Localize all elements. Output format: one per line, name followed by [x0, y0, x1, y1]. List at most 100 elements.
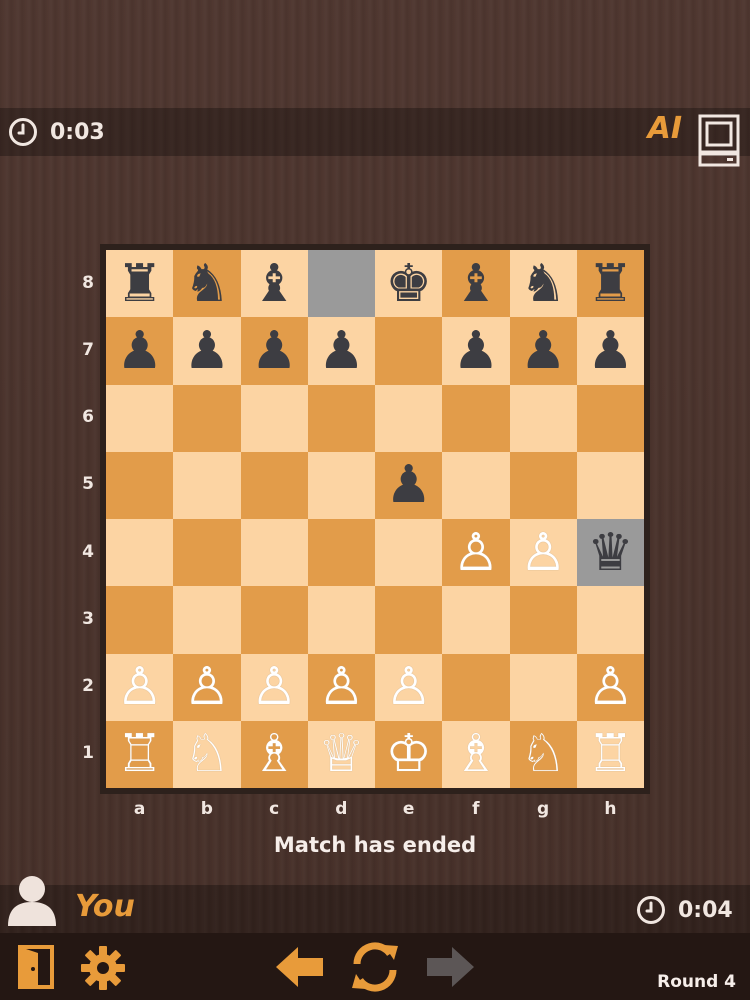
square-c7[interactable]: ♟ [240, 317, 308, 385]
square-c5[interactable] [240, 451, 308, 519]
square-b1[interactable]: ♘ [173, 720, 241, 788]
square-d4[interactable] [307, 519, 375, 587]
black-king-piece[interactable]: ♚ [385, 258, 432, 310]
square-e7[interactable] [375, 317, 443, 385]
square-b6[interactable] [173, 384, 241, 452]
settings-gear-icon[interactable] [80, 945, 126, 991]
square-h8[interactable]: ♜ [576, 250, 644, 318]
square-e5[interactable]: ♟ [375, 451, 443, 519]
square-h4[interactable]: ♛ [576, 519, 644, 587]
square-f8[interactable]: ♝ [442, 250, 510, 318]
square-c2[interactable]: ♙ [240, 653, 308, 721]
chess-board[interactable]: ♜ ♞ ♝ ♚ ♝ ♞ ♜ ♟ ♟ ♟ ♟ ♟ ♟ ♟ ♟ ♙ ♙ ♛ ♙ ♙ ♙ ♙ ♙ ♙ ♖ ♘ ♗ ♕ ♔ ♗ ♘ ♖ [106, 250, 644, 788]
black-bishop-piece[interactable]: ♝ [251, 258, 298, 310]
black-rook-piece[interactable]: ♜ [116, 258, 163, 310]
white-knight-piece[interactable]: ♘ [520, 728, 567, 780]
square-d7[interactable]: ♟ [307, 317, 375, 385]
square-b2[interactable]: ♙ [173, 653, 241, 721]
square-e2[interactable]: ♙ [375, 653, 443, 721]
square-c4[interactable] [240, 519, 308, 587]
black-pawn-piece[interactable]: ♟ [587, 325, 634, 377]
white-pawn-piece[interactable]: ♙ [116, 661, 163, 713]
square-g3[interactable] [509, 586, 577, 654]
black-rook-piece[interactable]: ♜ [587, 258, 634, 310]
square-d5[interactable] [307, 451, 375, 519]
square-d1[interactable]: ♕ [307, 720, 375, 788]
square-e6[interactable] [375, 384, 443, 452]
white-knight-piece[interactable]: ♘ [184, 728, 231, 780]
square-g8[interactable]: ♞ [509, 250, 577, 318]
white-pawn-piece[interactable]: ♙ [251, 661, 298, 713]
white-bishop-piece[interactable]: ♗ [251, 728, 298, 780]
square-g5[interactable] [509, 451, 577, 519]
square-g6[interactable] [509, 384, 577, 452]
square-d3[interactable] [307, 586, 375, 654]
black-pawn-piece[interactable]: ♟ [385, 459, 432, 511]
black-queen-piece[interactable]: ♛ [587, 527, 634, 579]
white-pawn-piece[interactable]: ♙ [318, 661, 365, 713]
square-h1[interactable]: ♖ [576, 720, 644, 788]
square-f7[interactable]: ♟ [442, 317, 510, 385]
square-b8[interactable]: ♞ [173, 250, 241, 318]
square-g4[interactable]: ♙ [509, 519, 577, 587]
square-c1[interactable]: ♗ [240, 720, 308, 788]
square-a4[interactable] [106, 519, 174, 587]
square-g2[interactable] [509, 653, 577, 721]
black-pawn-piece[interactable]: ♟ [520, 325, 567, 377]
square-e4[interactable] [375, 519, 443, 587]
square-f2[interactable] [442, 653, 510, 721]
square-h2[interactable]: ♙ [576, 653, 644, 721]
white-pawn-piece[interactable]: ♙ [184, 661, 231, 713]
black-bishop-piece[interactable]: ♝ [453, 258, 500, 310]
square-a3[interactable] [106, 586, 174, 654]
square-d2[interactable]: ♙ [307, 653, 375, 721]
black-pawn-piece[interactable]: ♟ [184, 325, 231, 377]
square-f1[interactable]: ♗ [442, 720, 510, 788]
square-c6[interactable] [240, 384, 308, 452]
square-a8[interactable]: ♜ [106, 250, 174, 318]
white-pawn-piece[interactable]: ♙ [453, 527, 500, 579]
square-g1[interactable]: ♘ [509, 720, 577, 788]
black-pawn-piece[interactable]: ♟ [318, 325, 365, 377]
square-e3[interactable] [375, 586, 443, 654]
square-f6[interactable] [442, 384, 510, 452]
black-pawn-piece[interactable]: ♟ [116, 325, 163, 377]
square-a5[interactable] [106, 451, 174, 519]
square-a2[interactable]: ♙ [106, 653, 174, 721]
black-knight-piece[interactable]: ♞ [520, 258, 567, 310]
square-b5[interactable] [173, 451, 241, 519]
square-c8[interactable]: ♝ [240, 250, 308, 318]
black-pawn-piece[interactable]: ♟ [251, 325, 298, 377]
square-f4[interactable]: ♙ [442, 519, 510, 587]
square-b7[interactable]: ♟ [173, 317, 241, 385]
redo-arrow-right-icon[interactable] [424, 944, 476, 990]
square-h6[interactable] [576, 384, 644, 452]
square-a6[interactable] [106, 384, 174, 452]
white-pawn-piece[interactable]: ♙ [385, 661, 432, 713]
square-g7[interactable]: ♟ [509, 317, 577, 385]
black-pawn-piece[interactable]: ♟ [453, 325, 500, 377]
square-b4[interactable] [173, 519, 241, 587]
square-b3[interactable] [173, 586, 241, 654]
square-h5[interactable] [576, 451, 644, 519]
square-d6[interactable] [307, 384, 375, 452]
white-pawn-piece[interactable]: ♙ [520, 527, 567, 579]
white-rook-piece[interactable]: ♖ [587, 728, 634, 780]
square-h7[interactable]: ♟ [576, 317, 644, 385]
restart-rotate-icon[interactable] [348, 940, 402, 994]
square-h3[interactable] [576, 586, 644, 654]
black-knight-piece[interactable]: ♞ [184, 258, 231, 310]
white-king-piece[interactable]: ♔ [385, 728, 432, 780]
square-d8[interactable] [307, 250, 375, 318]
white-queen-piece[interactable]: ♕ [318, 728, 365, 780]
square-a7[interactable]: ♟ [106, 317, 174, 385]
square-a1[interactable]: ♖ [106, 720, 174, 788]
square-f3[interactable] [442, 586, 510, 654]
square-e1[interactable]: ♔ [375, 720, 443, 788]
undo-arrow-left-icon[interactable] [274, 944, 326, 990]
square-c3[interactable] [240, 586, 308, 654]
exit-door-icon[interactable] [16, 944, 56, 990]
white-rook-piece[interactable]: ♖ [116, 728, 163, 780]
white-pawn-piece[interactable]: ♙ [587, 661, 634, 713]
square-e8[interactable]: ♚ [375, 250, 443, 318]
